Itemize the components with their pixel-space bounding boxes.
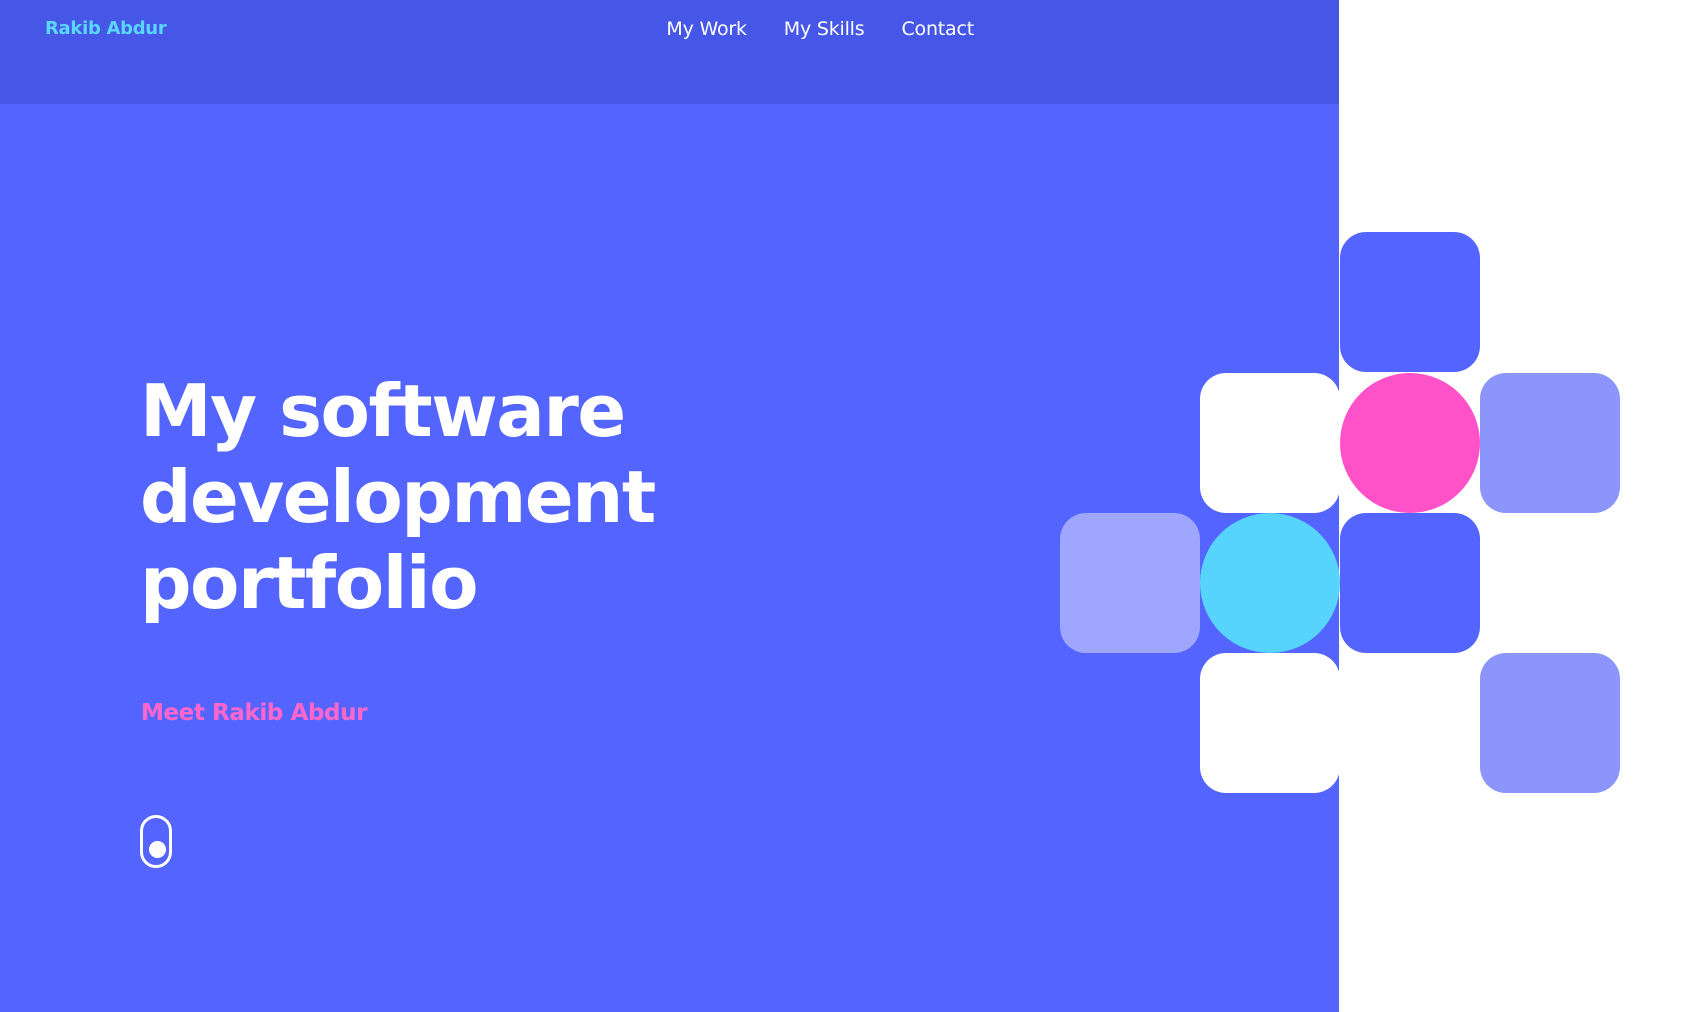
hero-subtitle: Meet Rakib Abdur: [141, 700, 368, 726]
headline-line: portfolio: [140, 541, 479, 625]
scroll-wheel-dot: [149, 841, 166, 858]
mouse-scroll-icon[interactable]: [140, 815, 172, 868]
brand-logo-link[interactable]: Rakib Abdur: [45, 18, 167, 39]
tile-square: [1200, 373, 1340, 513]
hero-headline: My software development portfolio: [140, 368, 840, 626]
tile-circle: [1340, 373, 1480, 513]
hero-section: Rakib Abdur My Work My Skills Contact My…: [0, 0, 1339, 1012]
tile-circle: [1200, 513, 1340, 653]
tile-square: [1340, 513, 1480, 653]
tile-square: [1340, 232, 1480, 372]
site-header: Rakib Abdur My Work My Skills Contact: [0, 0, 1339, 104]
page: Rakib Abdur My Work My Skills Contact My…: [0, 0, 1683, 1012]
headline-line: development: [140, 455, 656, 539]
nav-link-my-skills[interactable]: My Skills: [784, 18, 865, 40]
main-nav: My Work My Skills Contact: [666, 18, 974, 40]
tile-square: [1480, 373, 1620, 513]
nav-link-contact[interactable]: Contact: [901, 18, 974, 40]
tile-square: [1480, 653, 1620, 793]
tile-square: [1060, 513, 1200, 653]
headline-line: My software: [140, 369, 626, 453]
nav-link-my-work[interactable]: My Work: [666, 18, 747, 40]
tile-square: [1200, 653, 1340, 793]
